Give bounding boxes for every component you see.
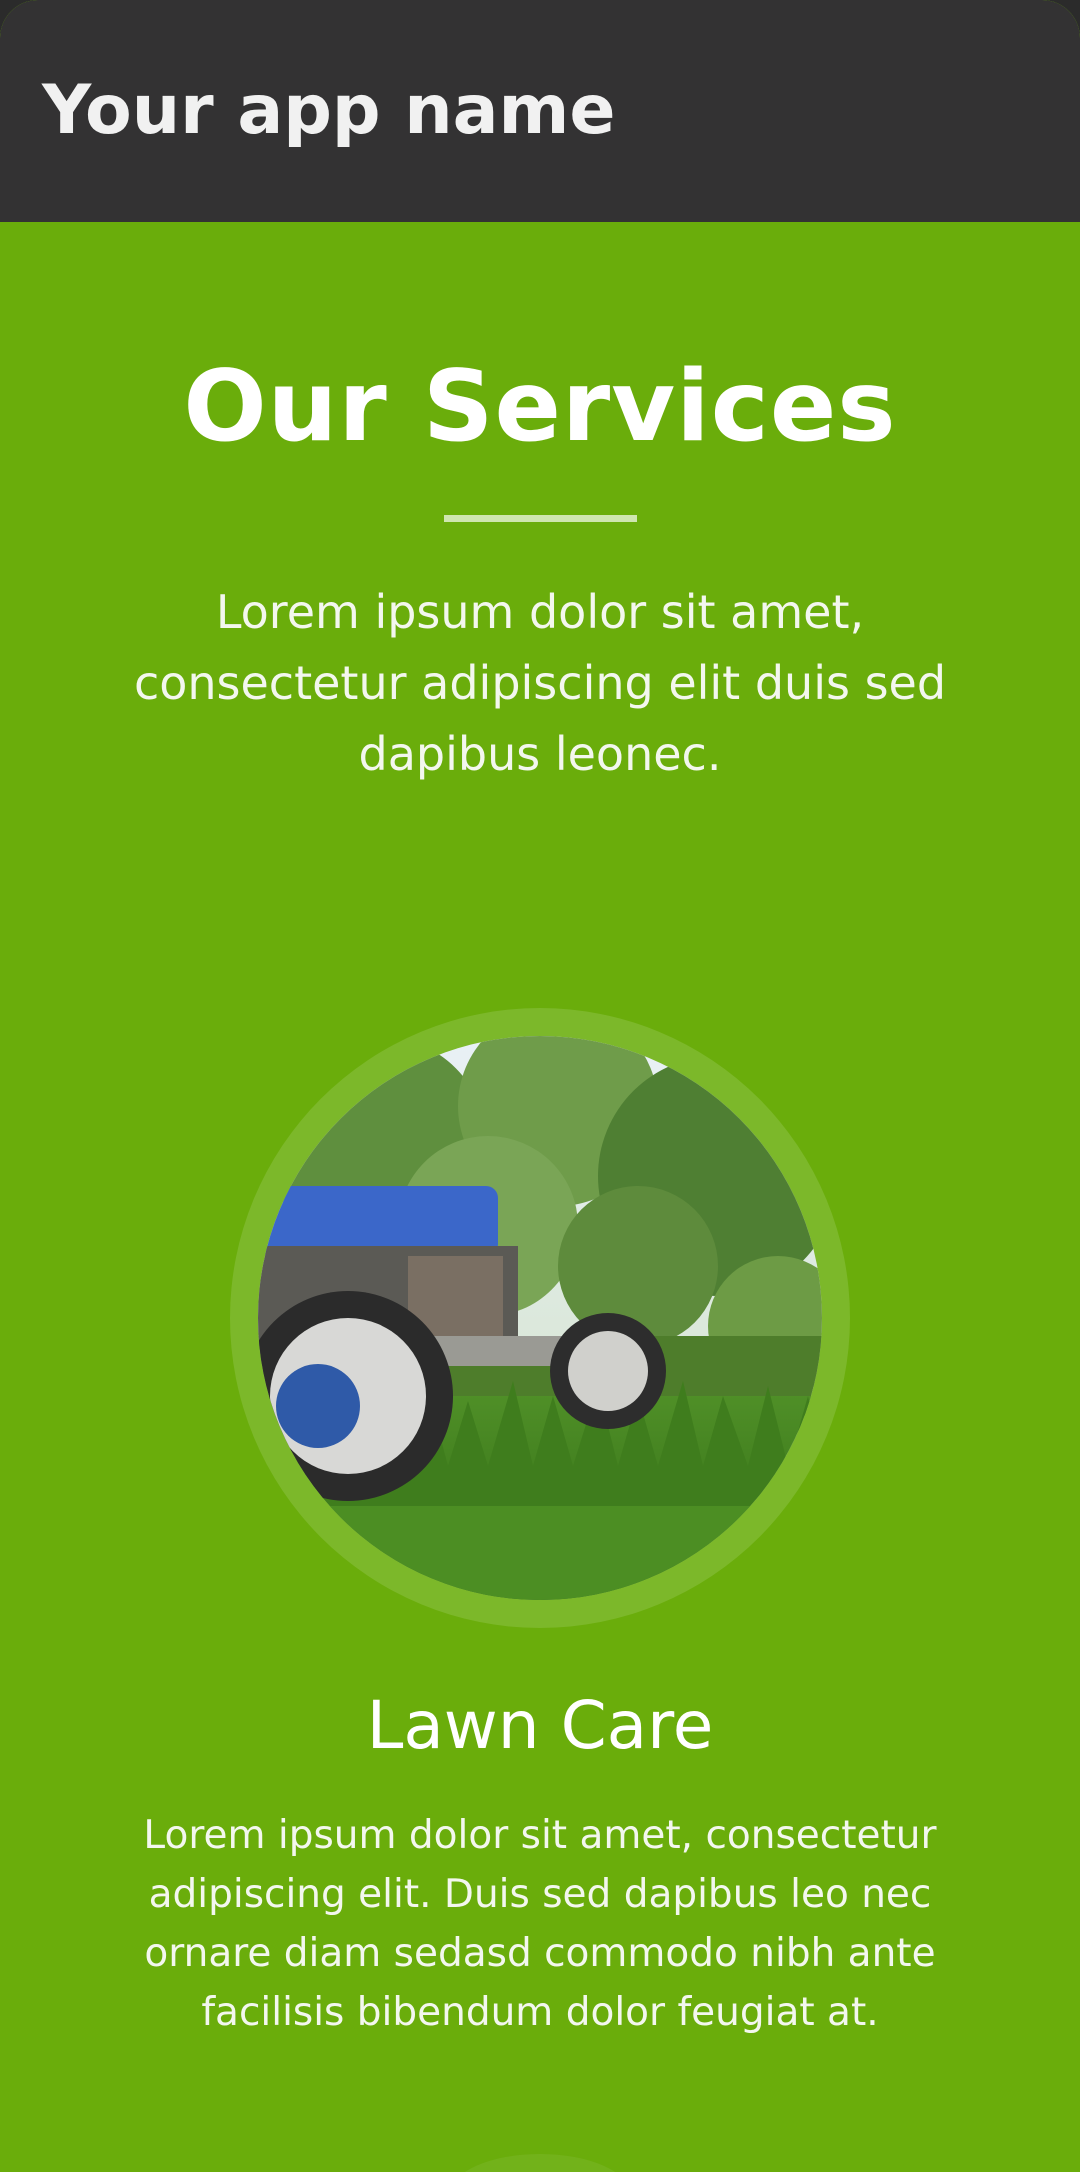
next-service-image-ring xyxy=(450,2154,630,2172)
lawn-mower-illustration xyxy=(258,1036,822,1600)
section-intro: Lorem ipsum dolor sit amet, consectetur … xyxy=(133,585,947,781)
section-title: Our Services xyxy=(183,350,897,464)
app-screen: Your app name Our Services Lorem ipsum d… xyxy=(0,0,1080,2172)
service-title: Lawn Care xyxy=(366,1687,714,1764)
lawn-care-image xyxy=(258,1036,822,1600)
title-divider xyxy=(444,515,637,522)
services-section[interactable]: Our Services Lorem ipsum dolor sit amet,… xyxy=(0,222,1080,2172)
app-bar: Your app name xyxy=(0,0,1080,222)
service-description: Lorem ipsum dolor sit amet, consectetur … xyxy=(143,1813,937,2035)
app-title: Your app name xyxy=(42,71,616,150)
